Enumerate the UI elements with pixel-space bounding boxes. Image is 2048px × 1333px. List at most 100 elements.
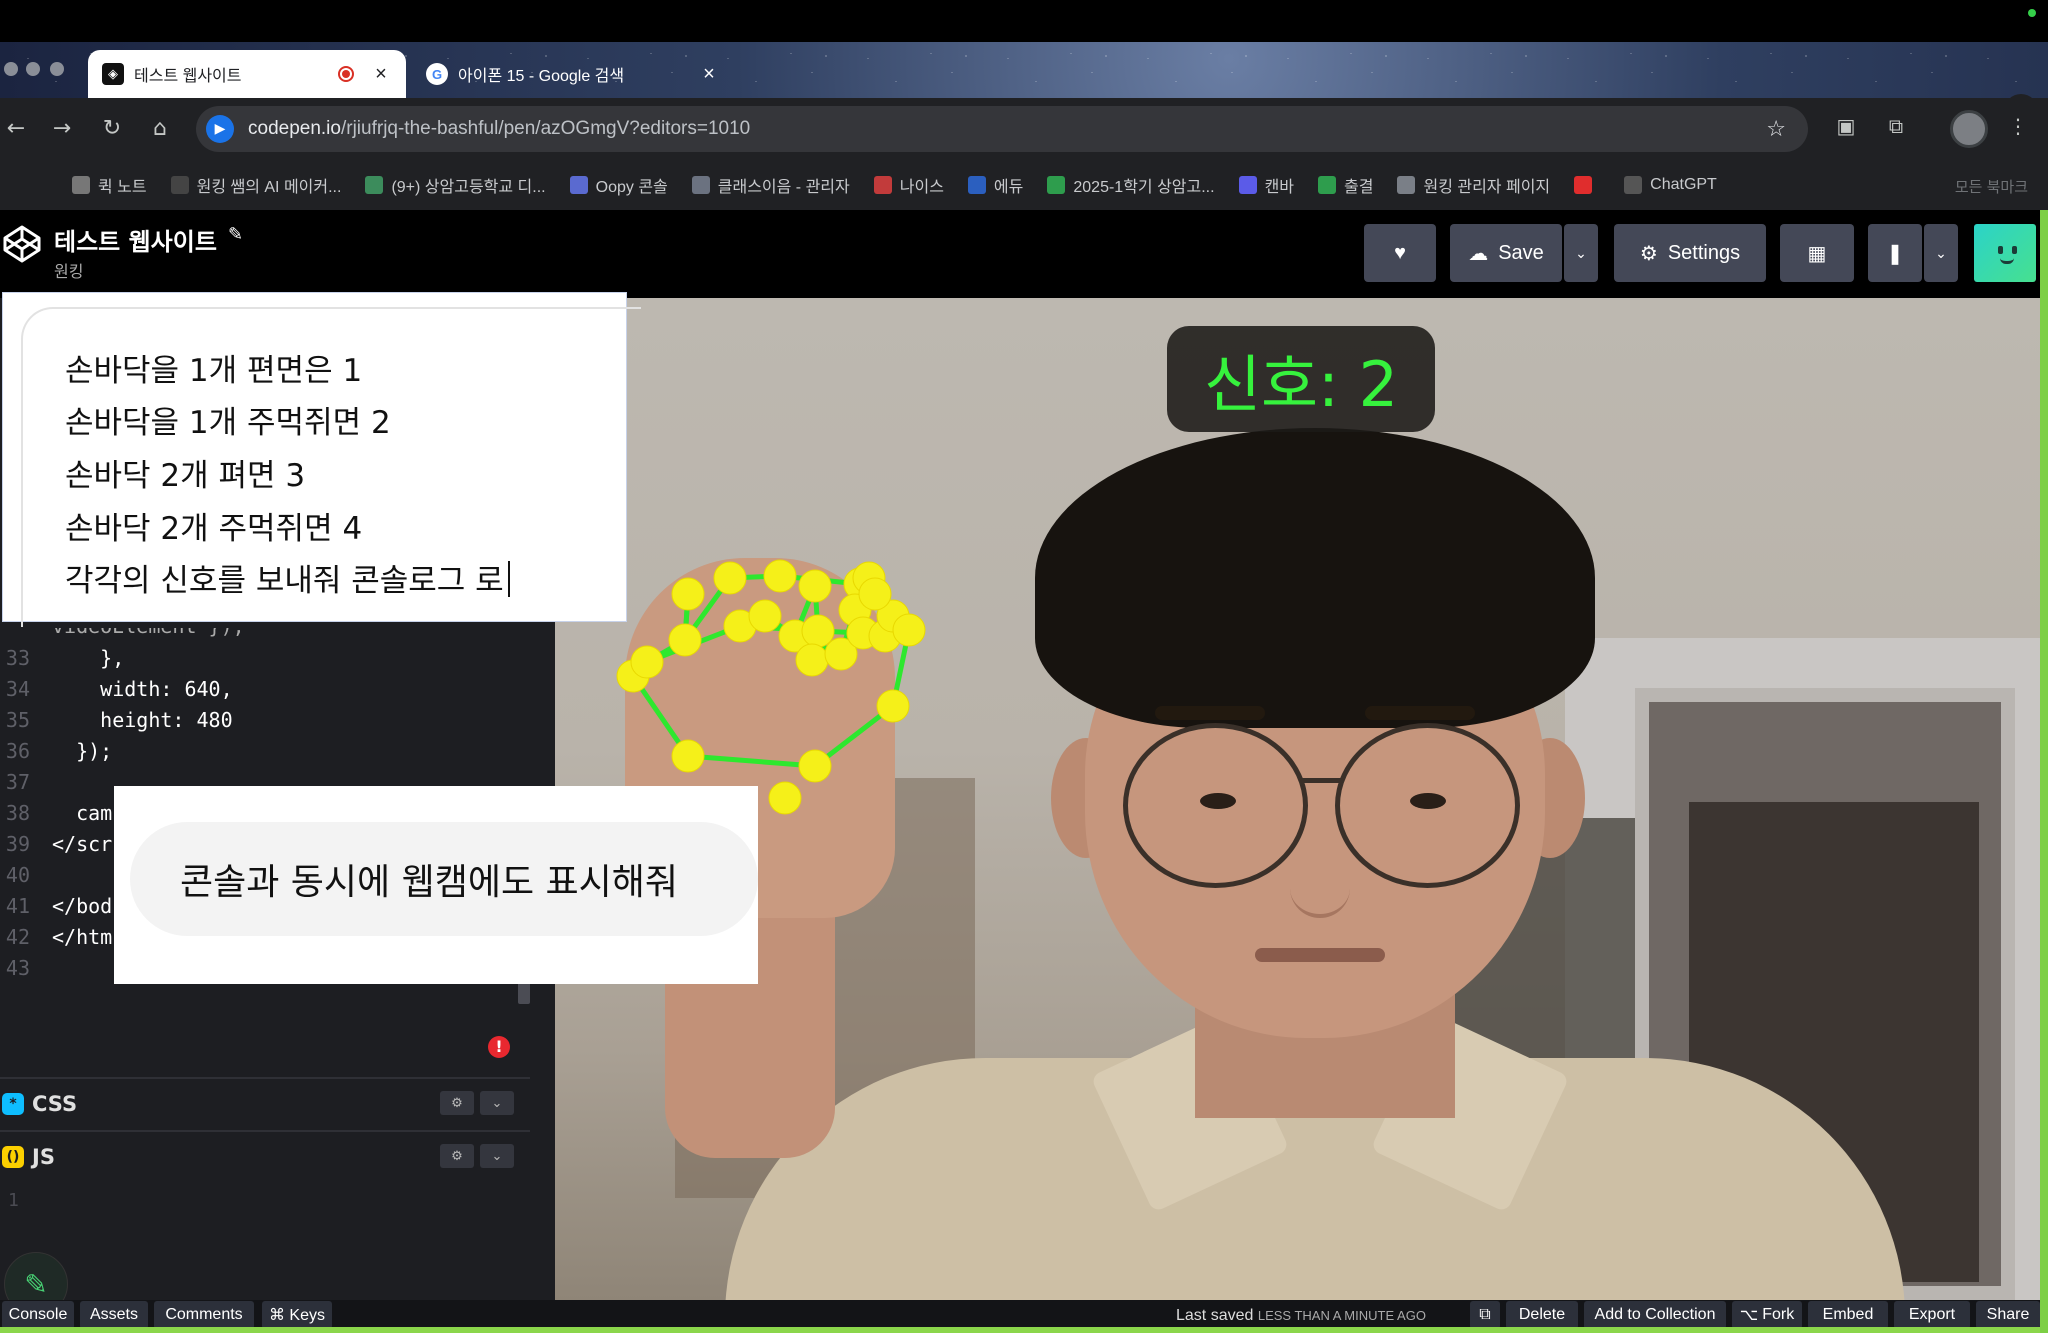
bookmark-label: 클래스이음 - 관리자 (717, 179, 850, 196)
bookmark-star-icon[interactable]: ☆ (1766, 117, 1786, 142)
landmark-point (671, 739, 705, 773)
landmark-point (671, 577, 705, 611)
fork-button[interactable]: ⌥ Fork (1732, 1301, 1802, 1329)
minimize-window-icon[interactable] (26, 62, 40, 76)
code-line: 34 width: 640, (0, 677, 233, 707)
code-line: 41 </bod (0, 894, 112, 924)
embed-button[interactable]: Embed (1808, 1301, 1888, 1329)
webcam-preview: 신호: 2 (555, 298, 2040, 1300)
line-number: 39 (5, 832, 30, 856)
close-window-icon[interactable] (4, 62, 18, 76)
bookmark-button[interactable]: ❚ (1868, 224, 1922, 282)
forward-arrow-icon[interactable]: → (48, 116, 76, 141)
js-collapse-chevron-icon[interactable]: ⌄ (480, 1144, 514, 1168)
bookmark-item[interactable]: 클래스이음 - 관리자 (691, 173, 850, 197)
export-button[interactable]: Export (1894, 1301, 1970, 1329)
like-button[interactable]: ♥ (1364, 224, 1436, 282)
bookmark-item[interactable]: 나이스 (873, 173, 944, 197)
save-button[interactable]: ☁ Save (1450, 224, 1562, 282)
prompt-line-5-wrap: 각각의 신호를 보내줘 콘솔로그 로 (65, 555, 510, 600)
bookmark-item[interactable]: 에듀 (967, 173, 1023, 197)
code-text: }); (52, 739, 113, 763)
share-button[interactable]: Share (1976, 1301, 2040, 1329)
css-pane-header[interactable]: * CSS ⚙ ⌄ (0, 1077, 530, 1129)
bookmarks-bar: 퀵 노트 원킹 쌤의 AI 메이커... (9+) 상암고등학교 디... Oopy … (0, 160, 2048, 210)
user-avatar[interactable] (1974, 224, 2036, 282)
bookmark-item[interactable]: 퀵 노트 (72, 173, 147, 197)
chatgpt-icon (365, 176, 384, 194)
edit-title-pencil-icon[interactable]: ✎ (228, 224, 243, 245)
avatar-mouth (2000, 258, 2014, 264)
landmark-point (798, 569, 832, 603)
heart-icon: ♥ (1394, 241, 1406, 264)
signal-text: 신호: 2 (1203, 348, 1399, 421)
all-bookmarks-button[interactable]: 모든 북마크 (1955, 176, 2028, 197)
bookmark-options-chevron-icon[interactable]: ⌄ (1924, 224, 1958, 282)
comments-button[interactable]: Comments (154, 1301, 254, 1329)
google-favicon-icon: G (426, 63, 448, 85)
bookmark-item[interactable]: 원킹 관리자 페이지 (1397, 173, 1550, 197)
css-settings-gear-icon[interactable]: ⚙ (440, 1091, 474, 1115)
tab-test-website[interactable]: ◈ 테스트 웹사이트 × (88, 50, 406, 98)
bookmark-label: 출결 (1344, 179, 1374, 196)
camera-in-use-icon[interactable]: ▶ (206, 115, 234, 143)
css-collapse-chevron-icon[interactable]: ⌄ (480, 1091, 514, 1115)
pen-author[interactable]: 원킹 (54, 258, 83, 282)
bookmark-item[interactable]: 원킹 쌤의 AI 메이커... (170, 173, 341, 197)
delete-button[interactable]: Delete (1506, 1301, 1578, 1329)
js-settings-gear-icon[interactable]: ⚙ (440, 1144, 474, 1168)
bookmark-item[interactable]: ChatGPT (1624, 176, 1717, 194)
css-icon: * (2, 1093, 24, 1115)
note-icon (72, 176, 90, 194)
bookmark-item[interactable]: Oopy 콘솔 (569, 173, 668, 197)
url-path: /rjiufrjq-the-bashful/pen/azOGmgV?editor… (340, 118, 751, 139)
bookmark-item[interactable]: 2025-1학기 상암고... (1047, 173, 1215, 197)
pen-title[interactable]: 테스트 웹사이트 (54, 222, 217, 257)
url-text: codepen.io/rjiufrjq-the-bashful/pen/azOG… (248, 118, 750, 140)
share-indicator-border (0, 1327, 2048, 1333)
line-number: 42 (5, 925, 30, 949)
bookmark-item[interactable] (1574, 176, 1600, 194)
code-text: width: 640, (52, 677, 233, 701)
add-to-collection-button[interactable]: Add to Collection (1584, 1301, 1726, 1329)
js-pane-header[interactable]: () JS ⚙ ⌄ (0, 1130, 530, 1182)
extensions-puzzle-icon[interactable]: ⧉ (1882, 114, 1910, 142)
back-arrow-icon[interactable]: ← (2, 116, 30, 141)
settings-button[interactable]: ⚙ Settings (1614, 224, 1766, 282)
line-number: 41 (5, 894, 30, 918)
codepen-logo-icon[interactable] (2, 224, 42, 264)
code-text: </scr (52, 832, 113, 856)
kebab-menu-icon[interactable]: ⋮ (2004, 114, 2032, 142)
keys-button[interactable]: ⌘ Keys (262, 1301, 332, 1329)
open-external-icon[interactable]: ⧉ (1470, 1301, 1500, 1329)
profile-avatar[interactable] (1950, 110, 1988, 148)
tab-google-search[interactable]: G 아이폰 15 - Google 검색 × (412, 50, 734, 98)
notion-extension-icon[interactable]: ▣ (1832, 114, 1860, 142)
settings-label: Settings (1667, 241, 1741, 264)
code-text: </htm (52, 925, 113, 949)
landmark-point (668, 623, 702, 657)
close-tab-icon[interactable]: × (370, 63, 392, 86)
bookmark-item[interactable]: 캔바 (1238, 173, 1294, 197)
openai-icon (1624, 176, 1643, 194)
maximize-window-icon[interactable] (50, 62, 64, 76)
layout-button[interactable]: ▦ (1780, 224, 1854, 282)
close-tab-icon[interactable]: × (698, 63, 720, 86)
sheets-plus-icon (1318, 176, 1337, 194)
address-bar[interactable]: ▶ codepen.io/rjiufrjq-the-bashful/pen/az… (196, 106, 1808, 152)
reload-icon[interactable]: ↻ (98, 116, 126, 141)
home-icon[interactable]: ⌂ (146, 116, 174, 141)
error-alert-icon[interactable]: ! (488, 1036, 510, 1058)
assets-button[interactable]: Assets (80, 1301, 148, 1329)
code-line: 35 height: 480 (0, 708, 233, 738)
line-number: 35 (5, 708, 30, 732)
cup-icon (569, 176, 588, 194)
console-button[interactable]: Console (2, 1301, 74, 1329)
fork-icon: ⌥ (1739, 1307, 1759, 1324)
bookmark-item[interactable]: 출결 (1318, 173, 1373, 197)
bookmark-item[interactable]: (9+) 상암고등학교 디... (365, 173, 546, 197)
bookmark-label: 퀵 노트 (98, 179, 147, 196)
save-options-chevron-icon[interactable]: ⌄ (1564, 224, 1598, 282)
code-text: cam (52, 801, 113, 825)
bookmark-label: ChatGPT (1650, 176, 1717, 193)
